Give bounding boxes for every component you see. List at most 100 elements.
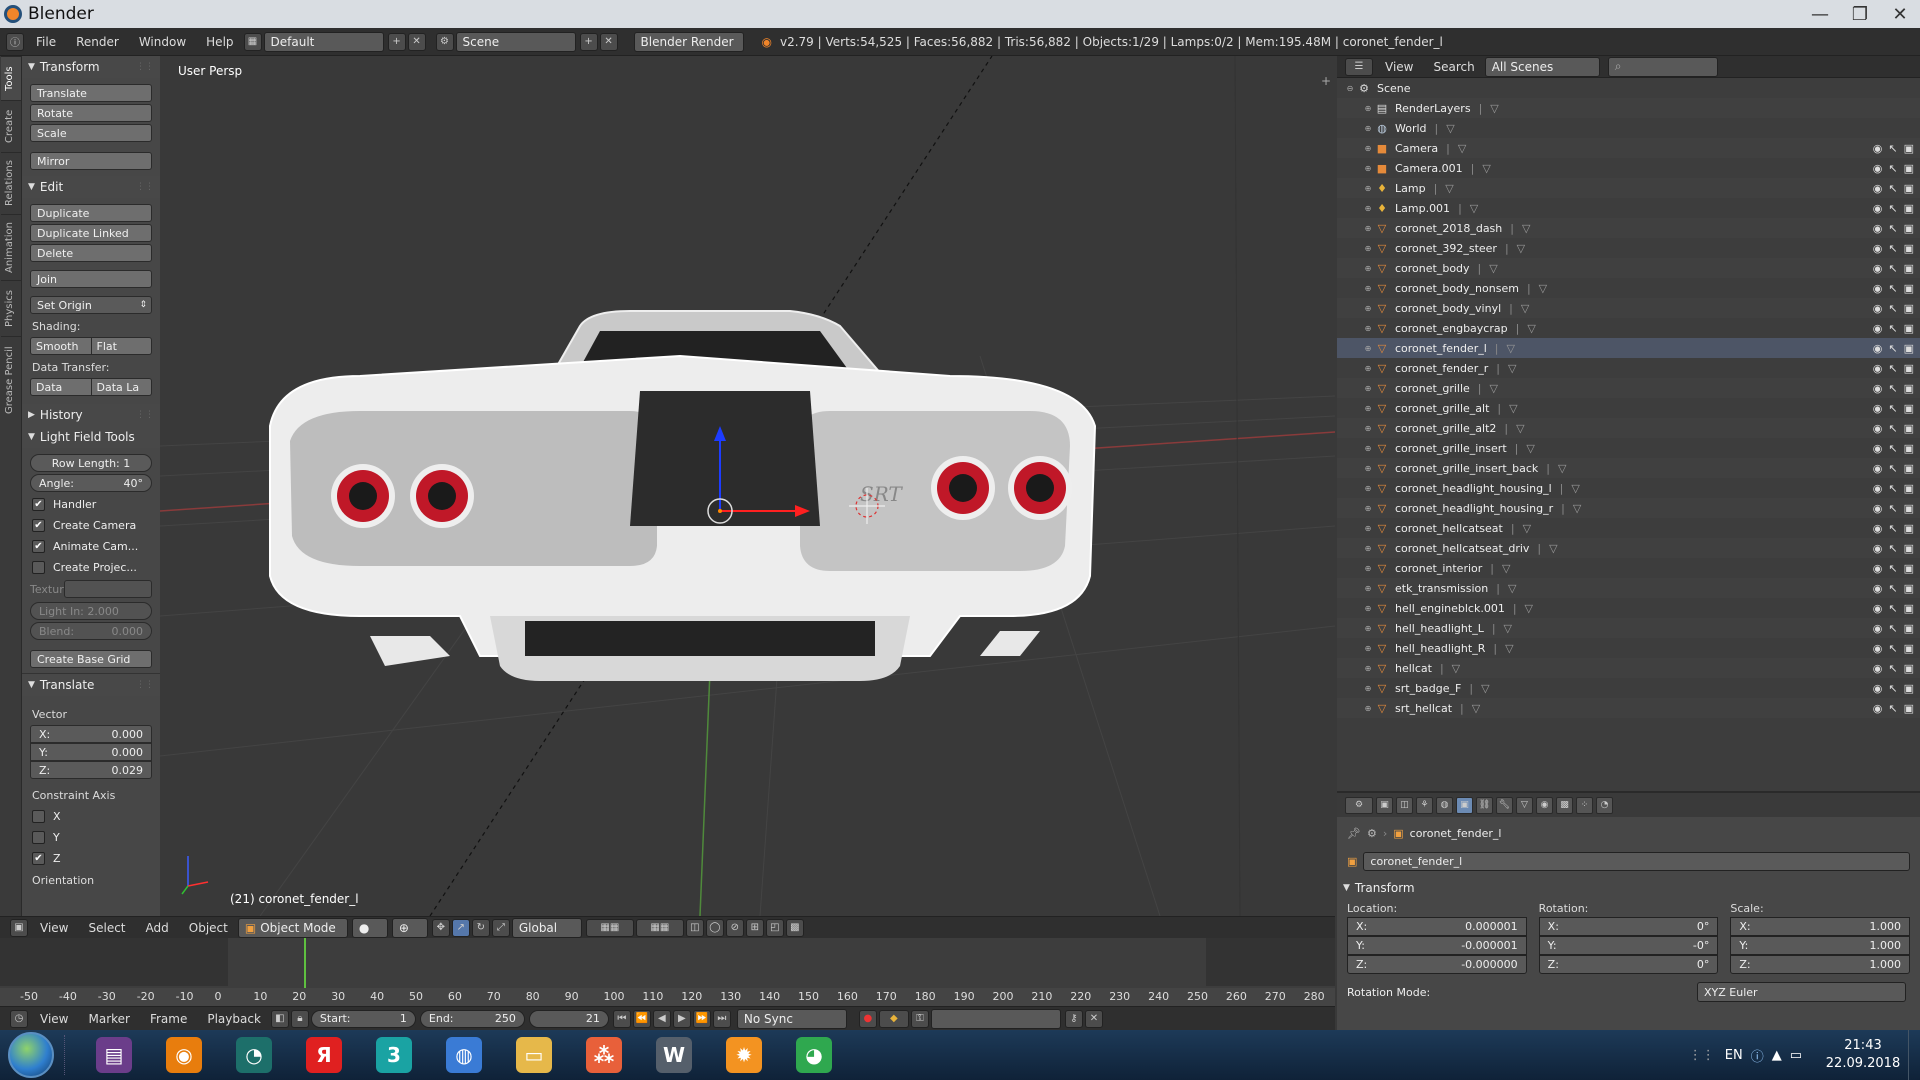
handler-checkbox[interactable]: ✔ Handler [32, 495, 150, 513]
drag-grip-icon[interactable]: ⋮⋮ [136, 680, 154, 690]
add-screen-icon[interactable]: + [387, 32, 406, 51]
opengl-render-icon[interactable]: ▩ [785, 918, 804, 937]
data-tab-icon[interactable]: ▽ [1516, 796, 1533, 814]
outliner-row[interactable]: ⊕ ▽ coronet_fender_r | ▽ ◉ ↖ ▣ [1337, 358, 1920, 378]
render-camera-icon[interactable]: ▣ [1904, 182, 1914, 195]
render-camera-icon[interactable]: ▣ [1904, 282, 1914, 295]
select-arrow-icon[interactable]: ↖ [1888, 182, 1897, 195]
current-frame-field[interactable]: 21 [528, 1009, 609, 1028]
taskbar-app-explorer[interactable]: ▭ [504, 1032, 564, 1078]
vector-x-field[interactable]: X: 0.000 [30, 725, 152, 743]
location-z-field[interactable]: Z: -0.000000 [1347, 955, 1527, 974]
outliner-item-name[interactable]: srt_badge_F [1395, 682, 1461, 695]
eye-icon[interactable]: ◉ [1873, 402, 1883, 415]
render-camera-icon[interactable]: ▣ [1904, 402, 1914, 415]
scale-manip-icon[interactable]: ⤢ [491, 918, 510, 937]
render-camera-icon[interactable]: ▣ [1904, 582, 1914, 595]
active-keying-set-field[interactable] [930, 1008, 1061, 1029]
outliner-row[interactable]: ⊕ ▽ hell_headlight_R | ▽ ◉ ↖ ▣ [1337, 638, 1920, 658]
layers-grid-icon[interactable]: ▦▦ [585, 918, 634, 937]
select-arrow-icon[interactable]: ↖ [1888, 462, 1897, 475]
expand-icon[interactable]: ⊕ [1361, 704, 1375, 713]
eye-icon[interactable]: ◉ [1873, 382, 1883, 395]
eye-icon[interactable]: ◉ [1873, 262, 1883, 275]
screen-layout-field[interactable]: Default [263, 31, 384, 52]
menu-marker[interactable]: Marker [78, 1012, 139, 1026]
outliner-item-name[interactable]: srt_hellcat [1395, 702, 1452, 715]
select-arrow-icon[interactable]: ↖ [1888, 562, 1897, 575]
select-arrow-icon[interactable]: ↖ [1888, 322, 1897, 335]
drag-grip-icon[interactable]: ⋮⋮ [136, 410, 154, 420]
scale-z-field[interactable]: Z: 1.000 [1730, 955, 1911, 974]
taskbar-app-winrar[interactable]: ▤ [84, 1032, 144, 1078]
expand-icon[interactable]: ⊕ [1361, 164, 1375, 173]
eye-icon[interactable]: ◉ [1873, 562, 1883, 575]
outliner-row[interactable]: ⊕ ▽ coronet_grille | ▽ ◉ ↖ ▣ [1337, 378, 1920, 398]
outliner-item-name[interactable]: RenderLayers [1395, 102, 1471, 115]
expand-icon[interactable]: ⊕ [1361, 604, 1375, 613]
select-arrow-icon[interactable]: ↖ [1888, 342, 1897, 355]
texture-tab-icon[interactable]: ▩ [1556, 796, 1573, 814]
outliner-row[interactable]: ⊕ ▽ srt_hellcat | ▽ ◉ ↖ ▣ [1337, 698, 1920, 718]
rotation-x-field[interactable]: X: 0° [1538, 917, 1719, 936]
tab-relations[interactable]: Relations [0, 152, 21, 214]
create-projector-checkbox[interactable]: Create Projec... [32, 558, 150, 576]
outliner-item-name[interactable]: coronet_2018_dash [1395, 222, 1502, 235]
taskbar-app-3dsmax[interactable]: 3 [364, 1032, 424, 1078]
select-arrow-icon[interactable]: ↖ [1888, 682, 1897, 695]
render-camera-icon[interactable]: ▣ [1904, 602, 1914, 615]
data-layout-button[interactable]: Data La [91, 378, 152, 396]
outliner-row[interactable]: ⊕ ▽ coronet_interior | ▽ ◉ ↖ ▣ [1337, 558, 1920, 578]
tab-animation[interactable]: Animation [0, 214, 21, 280]
outliner-row[interactable]: ⊕ ▽ coronet_hellcatseat_driv | ▽ ◉ ↖ ▣ [1337, 538, 1920, 558]
render-camera-icon[interactable]: ▣ [1904, 542, 1914, 555]
view3d-editor-icon[interactable]: ▣ [10, 918, 28, 937]
editor-type-icon[interactable]: ⓘ [6, 32, 24, 51]
maximize-button[interactable]: ❐ [1840, 0, 1880, 28]
render-camera-icon[interactable]: ▣ [1904, 302, 1914, 315]
render-camera-icon[interactable]: ▣ [1904, 522, 1914, 535]
outliner-item-name[interactable]: coronet_grille_insert_back [1395, 462, 1538, 475]
expand-icon[interactable]: ⊕ [1361, 144, 1375, 153]
modifiers-tab-icon[interactable]: 🔧︎ [1496, 796, 1513, 814]
select-arrow-icon[interactable]: ↖ [1888, 602, 1897, 615]
lock-range-icon[interactable]: 🔒︎ [290, 1009, 309, 1028]
rotate-manip-icon[interactable]: ↻ [471, 918, 490, 937]
tab-physics[interactable]: Physics [0, 280, 21, 336]
outliner-item-name[interactable]: coronet_hellcatseat [1395, 522, 1503, 535]
outliner-item-name[interactable]: coronet_grille_alt [1395, 402, 1489, 415]
expand-icon[interactable]: ⊕ [1361, 584, 1375, 593]
eye-icon[interactable]: ◉ [1873, 422, 1883, 435]
select-arrow-icon[interactable]: ↖ [1888, 382, 1897, 395]
vector-z-field[interactable]: Z: 0.029 [30, 761, 152, 779]
eye-icon[interactable]: ◉ [1873, 182, 1883, 195]
eye-icon[interactable]: ◉ [1873, 142, 1883, 155]
eye-icon[interactable]: ◉ [1873, 442, 1883, 455]
proportional-edit-icon[interactable]: ◯ [705, 918, 724, 937]
texture-field[interactable] [64, 580, 152, 598]
eye-icon[interactable]: ◉ [1873, 482, 1883, 495]
delete-button[interactable]: Delete [30, 244, 152, 262]
expand-icon[interactable]: ⊕ [1361, 184, 1375, 193]
display-mode-select[interactable]: All Scenes [1484, 56, 1600, 77]
scene-tab-icon[interactable]: ⚘ [1416, 796, 1433, 814]
remove-screen-icon[interactable]: ✕ [407, 32, 426, 51]
expand-icon[interactable]: ⊕ [1361, 384, 1375, 393]
expand-icon[interactable]: ⊕ [1361, 304, 1375, 313]
expand-icon[interactable]: ⊕ [1361, 344, 1375, 353]
eye-icon[interactable]: ◉ [1873, 282, 1883, 295]
particles-tab-icon[interactable]: ⁘ [1576, 796, 1593, 814]
play-icon[interactable]: ▶ [672, 1009, 691, 1028]
select-arrow-icon[interactable]: ↖ [1888, 662, 1897, 675]
outliner-row[interactable]: ⊕ ▽ hell_headlight_L | ▽ ◉ ↖ ▣ [1337, 618, 1920, 638]
outliner-item-name[interactable]: coronet_body_nonsem [1395, 282, 1519, 295]
outliner-row[interactable]: ⊕ ■ Camera.001 | ▽ ◉ ↖ ▣ [1337, 158, 1920, 178]
taskbar-app-download[interactable]: ◕ [784, 1032, 844, 1078]
tray-expand-icon[interactable]: ▲ [1772, 1048, 1782, 1063]
start-button[interactable] [8, 1032, 54, 1078]
timeline-editor-icon[interactable]: ◷ [10, 1009, 28, 1028]
menu-object[interactable]: Object [179, 921, 238, 935]
render-camera-icon[interactable]: ▣ [1904, 422, 1914, 435]
outliner-row[interactable]: ⊕ ▽ coronet_headlight_housing_r | ▽ ◉ ↖ ▣ [1337, 498, 1920, 518]
jump-start-icon[interactable]: ⏮ [612, 1009, 631, 1028]
